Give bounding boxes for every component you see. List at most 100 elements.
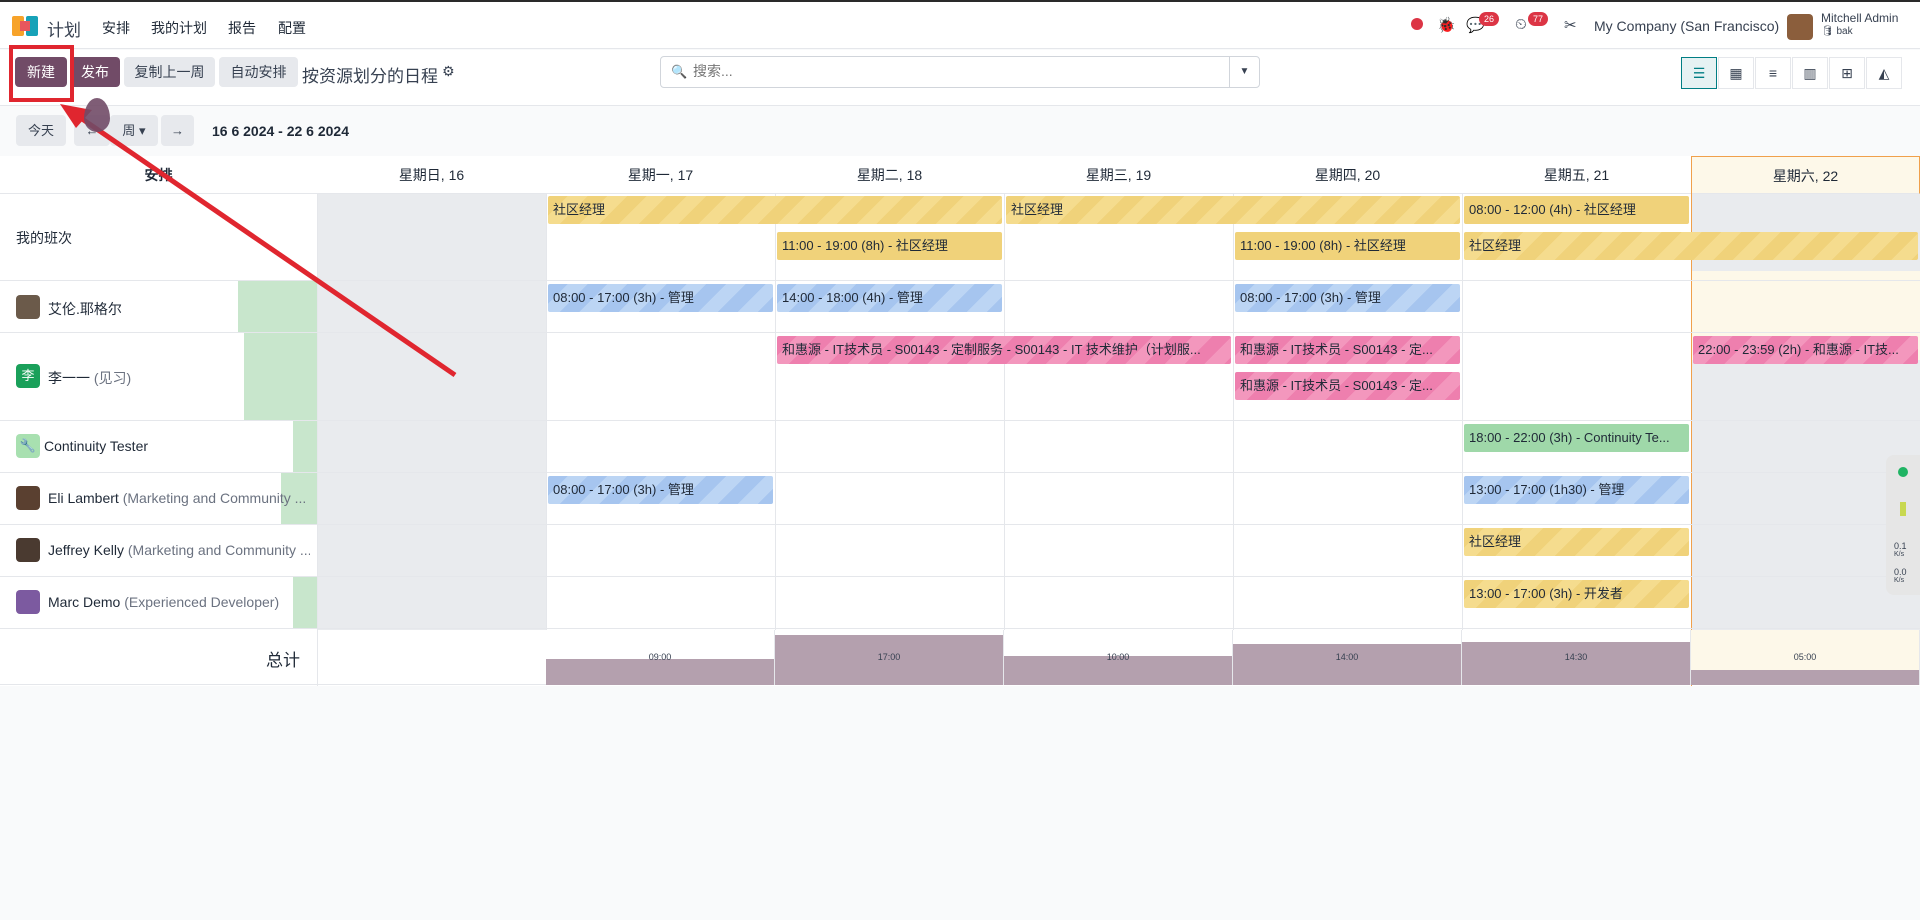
shift-pill[interactable]: 08:00 - 12:00 (4h) - 社区经理 bbox=[1464, 196, 1689, 224]
gantt-grid: 安排 星期日, 16 星期一, 17 星期二, 18 星期三, 19 星期四, … bbox=[0, 156, 1920, 686]
row-label-resource: Continuity Tester bbox=[44, 438, 149, 454]
row-label-resource: 艾伦.耶格尔 bbox=[48, 301, 122, 317]
total-cell: 05:00 bbox=[1691, 630, 1920, 685]
total-value: 14:00 bbox=[1335, 652, 1359, 662]
shift-pill[interactable]: 13:00 - 17:00 (3h) - 开发者 bbox=[1464, 580, 1689, 608]
menu-reporting[interactable]: 报告 bbox=[228, 18, 256, 38]
shift-pill[interactable]: 和惠源 - IT技术员 - S00143 - 定... bbox=[1235, 336, 1460, 364]
total-bar bbox=[1462, 642, 1690, 685]
shift-pill[interactable]: 08:00 - 17:00 (3h) - 管理 bbox=[548, 284, 773, 312]
wrench-icon: 🔧 bbox=[16, 434, 40, 458]
shift-pill[interactable]: 11:00 - 19:00 (8h) - 社区经理 bbox=[777, 232, 1002, 260]
shift-pill[interactable]: 社区经理 bbox=[1464, 232, 1918, 260]
search-bar: 🔍 ▼ bbox=[660, 56, 1260, 88]
scale-dropdown[interactable]: 周 ▾ bbox=[110, 115, 158, 146]
shift-pill[interactable]: 08:00 - 17:00 (3h) - 管理 bbox=[548, 476, 773, 504]
pivot-view-button[interactable]: ⊞ bbox=[1829, 57, 1865, 89]
total-bar bbox=[1233, 644, 1461, 685]
shift-pill[interactable]: 和惠源 - IT技术员 - S00143 - 定制服务 - S00143 - I… bbox=[777, 336, 1231, 364]
tools-icon[interactable]: ✂ bbox=[1564, 16, 1577, 34]
copy-previous-week-button[interactable]: 复制上一周 bbox=[124, 57, 215, 87]
weekend-column bbox=[317, 194, 546, 630]
menu-schedule[interactable]: 安排 bbox=[102, 18, 130, 38]
grid-line bbox=[1004, 194, 1005, 630]
company-switcher[interactable]: My Company (San Francisco) bbox=[1594, 18, 1779, 34]
avatar bbox=[16, 295, 40, 319]
search-input[interactable] bbox=[693, 63, 1213, 79]
today-button[interactable]: 今天 bbox=[16, 115, 66, 146]
total-cell: 17:00 bbox=[775, 630, 1004, 685]
day-header: 星期日, 16 bbox=[317, 156, 546, 194]
recording-dot-icon[interactable] bbox=[1411, 18, 1423, 30]
resource-name: 李一一 bbox=[48, 370, 90, 386]
shift-pill[interactable]: 13:00 - 17:00 (1h30) - 管理 bbox=[1464, 476, 1689, 504]
page-title: 按资源划分的日程 bbox=[302, 67, 438, 86]
planning-app-icon[interactable] bbox=[12, 16, 38, 36]
menu-my-planning[interactable]: 我的计划 bbox=[151, 18, 207, 38]
avatar: 李 bbox=[16, 364, 40, 388]
availability-bar bbox=[238, 281, 317, 332]
shift-pill[interactable]: 社区经理 bbox=[1464, 528, 1689, 556]
shift-pill[interactable]: 社区经理 bbox=[1006, 196, 1460, 224]
next-period-button[interactable]: → bbox=[161, 115, 194, 146]
availability-bar bbox=[293, 577, 317, 628]
availability-bar bbox=[293, 421, 317, 472]
search-icon: 🔍 bbox=[671, 64, 688, 79]
upload-unit: K/s bbox=[1894, 551, 1905, 558]
row-label-resource: Jeffrey Kelly (Marketing and Community .… bbox=[48, 542, 310, 558]
shift-pill[interactable]: 11:00 - 19:00 (8h) - 社区经理 bbox=[1235, 232, 1460, 260]
grid-line bbox=[1462, 194, 1463, 630]
clock-icon[interactable]: ⏲ bbox=[1515, 16, 1527, 33]
day-header: 星期四, 20 bbox=[1233, 156, 1462, 194]
total-label: 总计 bbox=[266, 651, 300, 670]
top-navbar: 计划 安排 我的计划 报告 配置 🐞 💬 26 ⏲ 77 ✂ My Compan… bbox=[0, 0, 1920, 49]
resource-role: (见习) bbox=[93, 370, 132, 386]
list-view-button[interactable]: ≡ bbox=[1755, 57, 1791, 89]
shift-pill[interactable]: 22:00 - 23:59 (2h) - 和惠源 - IT技... bbox=[1693, 336, 1918, 364]
total-cell: 14:30 bbox=[1462, 630, 1691, 685]
menu-configuration[interactable]: 配置 bbox=[278, 18, 306, 38]
graph-view-button[interactable]: ◭ bbox=[1866, 57, 1902, 89]
total-value: 05:00 bbox=[1793, 652, 1817, 662]
user-avatar[interactable] bbox=[1787, 14, 1813, 40]
resource-name: Eli Lambert bbox=[48, 490, 119, 506]
grid-line bbox=[1233, 194, 1234, 630]
grid-line bbox=[546, 194, 547, 630]
total-cell: 14:00 bbox=[1233, 630, 1462, 685]
publish-button[interactable]: 发布 bbox=[70, 57, 120, 87]
shift-pill[interactable]: 14:00 - 18:00 (4h) - 管理 bbox=[777, 284, 1002, 312]
total-value: 09:00 bbox=[648, 652, 672, 662]
bug-icon[interactable]: 🐞 bbox=[1437, 16, 1456, 34]
calendar-view-button[interactable]: ▦ bbox=[1718, 57, 1754, 89]
resource-role: (Marketing and Community ... bbox=[127, 542, 310, 558]
search-options-toggle[interactable]: ▼ bbox=[1229, 57, 1259, 87]
resource-name: Marc Demo bbox=[48, 594, 121, 610]
app-name[interactable]: 计划 bbox=[47, 16, 81, 41]
shift-pill[interactable]: 08:00 - 17:00 (3h) - 管理 bbox=[1235, 284, 1460, 312]
total-value: 17:00 bbox=[877, 652, 901, 662]
download-unit: K/s bbox=[1894, 577, 1905, 584]
resource-role: (Experienced Developer) bbox=[124, 594, 280, 610]
shift-pill[interactable]: 18:00 - 22:00 (3h) - Continuity Te... bbox=[1464, 424, 1689, 452]
total-value: 10:00 bbox=[1106, 652, 1130, 662]
activities-badge: 77 bbox=[1528, 12, 1549, 26]
total-value: 14:30 bbox=[1564, 652, 1588, 662]
auto-plan-button[interactable]: 自动安排 bbox=[219, 57, 298, 87]
row-line bbox=[0, 628, 1920, 629]
availability-bar bbox=[244, 333, 317, 420]
shift-pill[interactable]: 和惠源 - IT技术员 - S00143 - 定... bbox=[1235, 372, 1460, 400]
user-name[interactable]: Mitchell Admin bbox=[1821, 12, 1898, 25]
gear-icon[interactable]: ⚙ bbox=[442, 63, 455, 80]
network-speed-widget[interactable]: 0.1 K/s 0.0 K/s bbox=[1886, 455, 1920, 595]
row-label-resource: Eli Lambert (Marketing and Community ... bbox=[48, 490, 310, 506]
shift-pill[interactable]: 社区经理 bbox=[548, 196, 1002, 224]
avatar bbox=[16, 538, 40, 562]
total-cell: 09:00 bbox=[546, 630, 775, 685]
resource-name: Jeffrey Kelly bbox=[48, 542, 124, 558]
status-dot-icon bbox=[1898, 467, 1908, 477]
row-label-my-shifts: 我的班次 bbox=[16, 230, 72, 246]
gantt-view-button[interactable]: ☰ bbox=[1681, 57, 1717, 89]
kanban-view-button[interactable]: ▥ bbox=[1792, 57, 1828, 89]
total-bar bbox=[546, 659, 774, 685]
database-label: bak bbox=[1836, 26, 1853, 37]
